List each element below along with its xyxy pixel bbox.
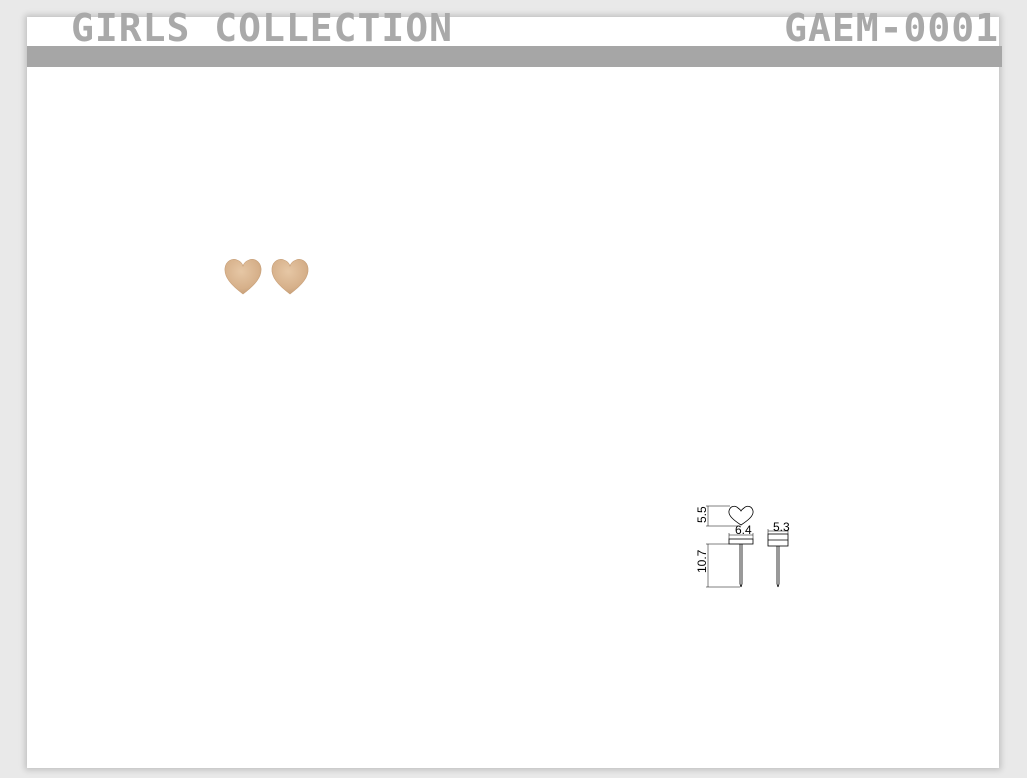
dim-total-length: 10.7 [695, 549, 709, 573]
product-photo [224, 259, 309, 295]
front-backing [728, 538, 754, 545]
collection-title: GIRLS COLLECTION [71, 6, 454, 50]
product-code: GAEM-0001 [784, 6, 999, 50]
heart-earring-right [271, 259, 309, 295]
dim-heart-height: 5.5 [695, 506, 709, 523]
heart-earring-left [224, 259, 262, 295]
dim-side-depth: 5.3 [773, 520, 790, 534]
catalog-sheet: GIRLS COLLECTION GAEM-0001 5.5 6.4 10.7 … [27, 9, 1002, 768]
header-bar [27, 46, 1002, 67]
technical-drawing: 5.5 6.4 10.7 5.3 [695, 505, 790, 588]
dim-heart-width: 6.4 [735, 523, 752, 537]
